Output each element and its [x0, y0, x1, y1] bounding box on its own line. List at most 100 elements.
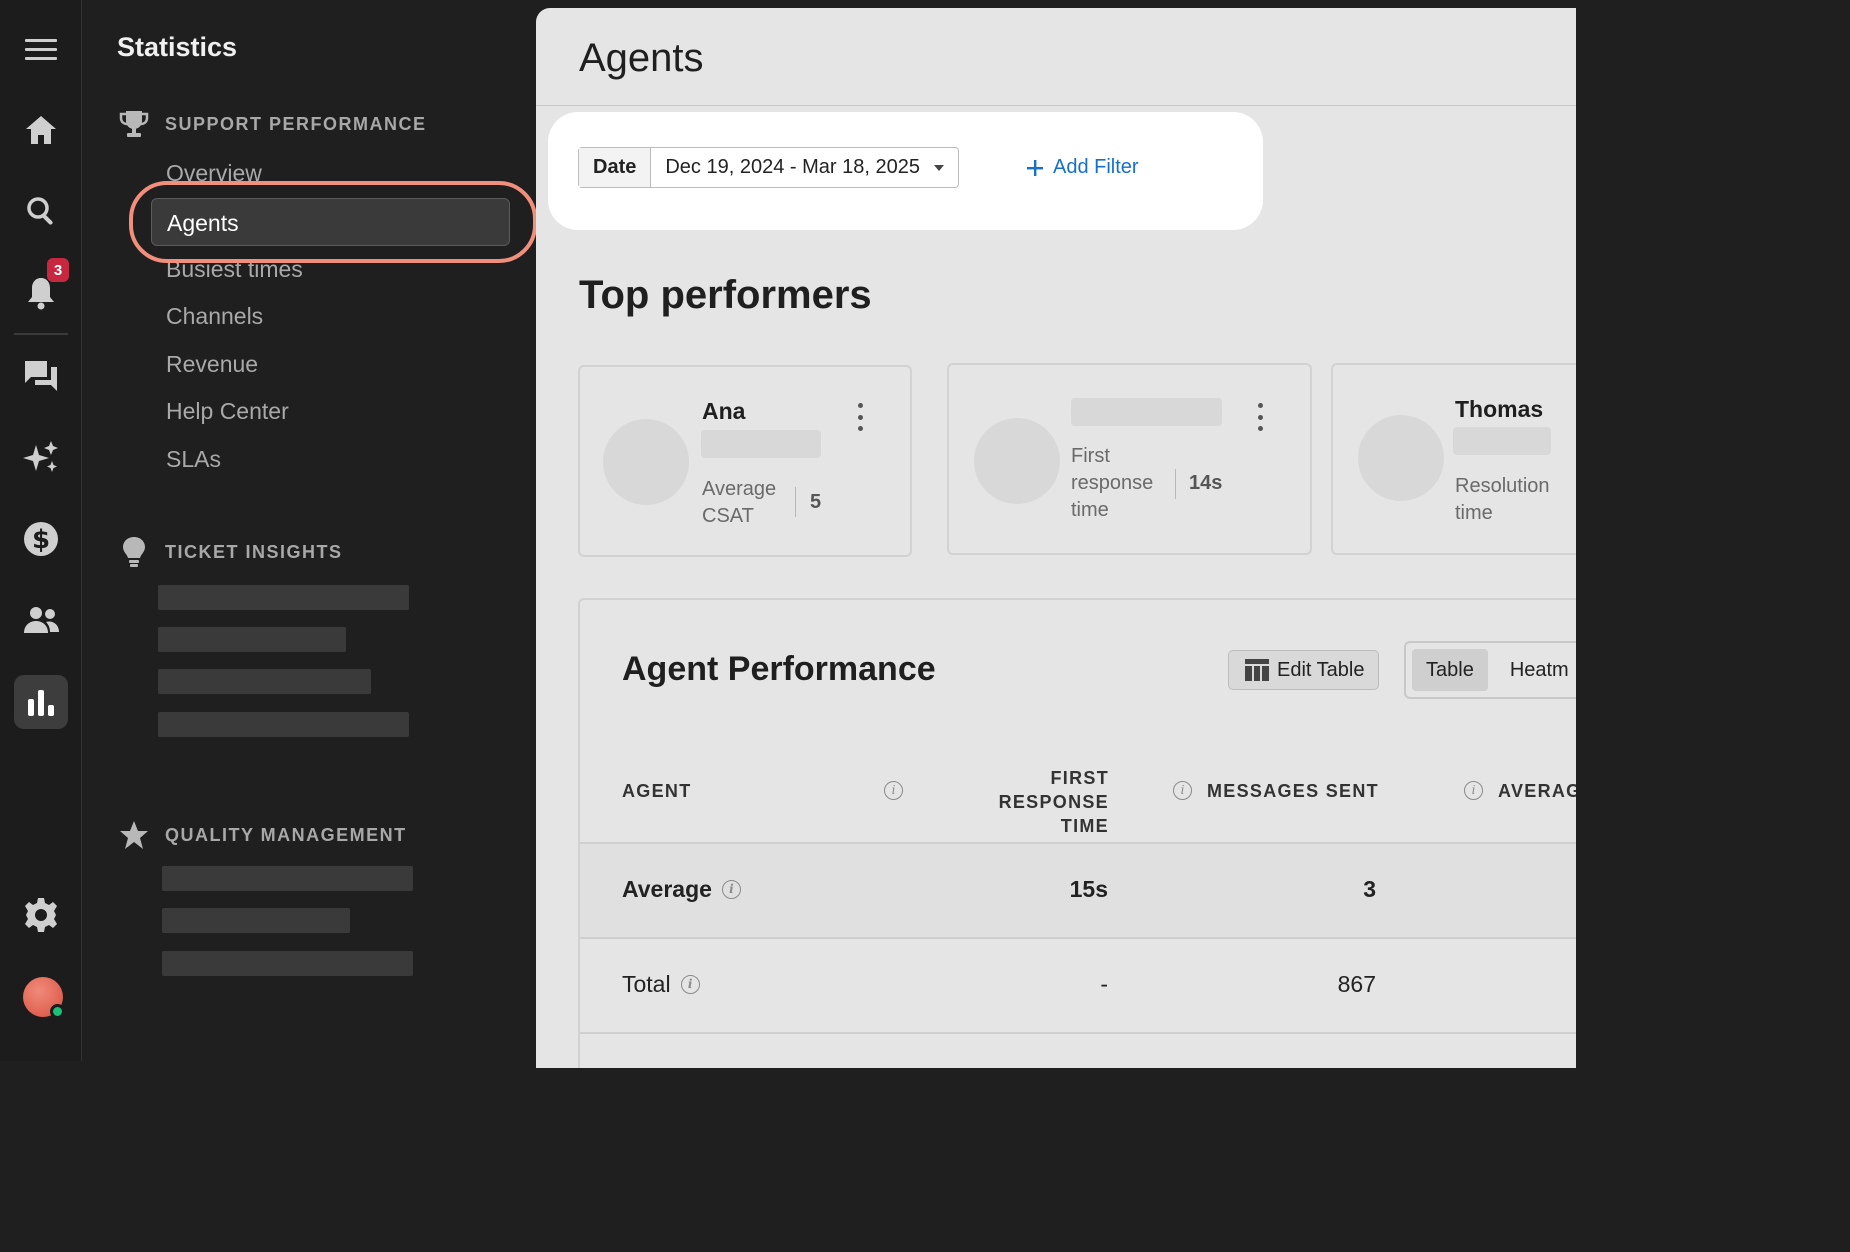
- info-icon[interactable]: i: [1464, 781, 1483, 800]
- section-quality-management: QUALITY MANAGEMENT: [119, 820, 407, 850]
- plus-icon: [1027, 159, 1043, 176]
- section-ticket-insights: TICKET INSIGHTS: [119, 536, 343, 568]
- rail-divider: [14, 333, 68, 335]
- cell-messages-sent: 867: [1337, 971, 1376, 997]
- avatar-placeholder: [603, 419, 689, 505]
- trophy-icon: [119, 111, 149, 137]
- table-icon: [1245, 659, 1269, 681]
- statistics-nav: Statistics SUPPORT PERFORMANCE Overview …: [83, 0, 537, 1061]
- skeleton-line: [1071, 398, 1222, 426]
- skeleton-line: [701, 430, 821, 458]
- avatar-placeholder: [1358, 415, 1444, 501]
- section-support-performance: SUPPORT PERFORMANCE: [119, 109, 427, 139]
- skeleton-line: [162, 908, 350, 933]
- date-filter[interactable]: Date Dec 19, 2024 - Mar 18, 2025: [578, 147, 959, 188]
- table-row-total: Total i - 867: [580, 937, 1576, 1032]
- skeleton-line: [162, 866, 413, 891]
- add-filter-button[interactable]: Add Filter: [1025, 156, 1139, 179]
- agent-performance-title: Agent Performance: [622, 650, 936, 688]
- skeleton-line: [1453, 427, 1551, 455]
- search-icon[interactable]: [21, 191, 61, 231]
- info-icon[interactable]: i: [680, 975, 700, 994]
- skeleton-line: [158, 627, 346, 652]
- svg-text:$: $: [32, 525, 50, 555]
- page-title: Agents: [579, 36, 704, 80]
- performer-name: Ana: [702, 398, 746, 424]
- info-icon[interactable]: i: [721, 880, 741, 899]
- agent-performance-panel: Agent Performance Edit Table Table Heatm…: [578, 598, 1576, 1068]
- metric-label: Resolution time: [1455, 475, 1550, 524]
- app: 3 $ Statistics SUPPORT PERFORMANCE Overv…: [0, 0, 1576, 1068]
- section-label: QUALITY MANAGEMENT: [165, 824, 407, 845]
- metric-value: 14s: [1189, 472, 1223, 494]
- edit-table-button[interactable]: Edit Table: [1228, 650, 1380, 690]
- nav-item-channels[interactable]: Channels: [166, 303, 263, 330]
- metric-label: First response time: [1071, 445, 1154, 521]
- performer-card: First response time 14s: [947, 363, 1312, 555]
- performer-card: Ana Average CSAT 5: [578, 365, 912, 557]
- view-table-option[interactable]: Table: [1412, 649, 1488, 691]
- cell-first-response-time: 15s: [1069, 876, 1108, 902]
- main-content: Agents Date Dec 19, 2024 - Mar 18, 2025 …: [536, 8, 1576, 1068]
- metric-label: Average CSAT: [702, 478, 777, 527]
- section-label: TICKET INSIGHTS: [165, 541, 343, 562]
- nav-item-busiest-times[interactable]: Busiest times: [166, 256, 303, 283]
- skeleton-line: [162, 951, 413, 976]
- more-options-icon[interactable]: [1255, 403, 1265, 431]
- table-row-divider: [580, 1032, 1576, 1034]
- column-header-first-response-time[interactable]: FIRST RESPONSE TIME: [935, 766, 1109, 838]
- column-header-messages-sent[interactable]: MESSAGES SENT: [1207, 779, 1379, 803]
- home-icon[interactable]: [21, 110, 61, 150]
- nav-item-slas[interactable]: SLAs: [166, 446, 221, 473]
- sparkle-icon[interactable]: [21, 437, 61, 477]
- skeleton-line: [158, 712, 409, 737]
- table-row-average: Average i 15s 3: [580, 842, 1576, 937]
- notification-badge: 3: [47, 258, 69, 282]
- menu-icon[interactable]: [21, 29, 61, 69]
- performer-card: Thomas Resolution time: [1331, 363, 1576, 555]
- dollar-icon[interactable]: $: [21, 519, 61, 559]
- date-range-text: Dec 19, 2024 - Mar 18, 2025: [665, 156, 920, 178]
- nav-item-help-center[interactable]: Help Center: [166, 398, 289, 425]
- divider: [795, 487, 796, 517]
- date-filter-value[interactable]: Dec 19, 2024 - Mar 18, 2025: [651, 148, 958, 187]
- info-icon[interactable]: i: [1173, 781, 1192, 800]
- nav-item-overview[interactable]: Overview: [166, 160, 262, 187]
- view-toggle: Table Heatm: [1404, 641, 1576, 699]
- metric-value: 5: [810, 491, 822, 513]
- divider: [1175, 469, 1176, 499]
- people-icon[interactable]: [21, 600, 61, 640]
- cell-first-response-time: -: [1100, 971, 1108, 997]
- row-label: Average i: [622, 876, 741, 903]
- cell-messages-sent: 3: [1363, 876, 1376, 902]
- caret-down-icon: [933, 164, 944, 171]
- nav-item-revenue[interactable]: Revenue: [166, 351, 258, 378]
- filter-bar: Date Dec 19, 2024 - Mar 18, 2025 Add Fil…: [548, 112, 1263, 230]
- online-status-dot: [50, 1004, 65, 1019]
- icon-rail: 3 $: [0, 0, 82, 1061]
- add-filter-label: Add Filter: [1053, 156, 1139, 178]
- column-header-average[interactable]: AVERAG: [1498, 779, 1576, 803]
- row-label: Total i: [622, 971, 700, 998]
- nav-item-agents[interactable]: Agents: [151, 198, 510, 246]
- user-avatar[interactable]: [23, 977, 65, 1019]
- page-header: Agents: [536, 8, 1576, 106]
- gear-icon[interactable]: [21, 895, 61, 935]
- performer-name: Thomas: [1455, 396, 1544, 422]
- date-filter-label: Date: [579, 148, 652, 187]
- star-icon: [120, 821, 148, 849]
- skeleton-line: [158, 669, 371, 694]
- skeleton-line: [158, 585, 409, 610]
- info-icon[interactable]: i: [884, 781, 903, 800]
- section-label: SUPPORT PERFORMANCE: [165, 113, 427, 134]
- edit-table-label: Edit Table: [1277, 658, 1365, 681]
- view-heatmap-option[interactable]: Heatm: [1496, 649, 1576, 691]
- bar-chart-icon[interactable]: [14, 675, 68, 729]
- avatar-placeholder: [974, 418, 1060, 504]
- lightbulb-icon: [123, 537, 145, 567]
- column-header-agent[interactable]: AGENT: [622, 779, 692, 803]
- chat-icon[interactable]: [21, 356, 61, 396]
- top-performers-title: Top performers: [579, 273, 872, 317]
- more-options-icon[interactable]: [855, 403, 865, 431]
- nav-title: Statistics: [117, 32, 238, 62]
